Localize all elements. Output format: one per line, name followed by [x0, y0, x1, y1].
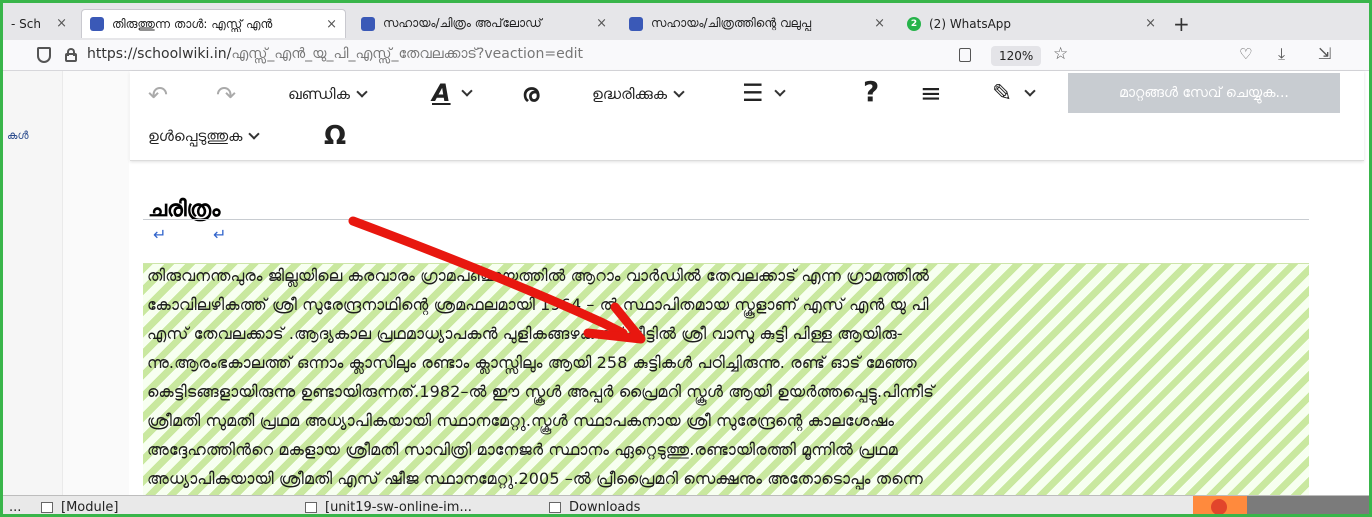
tab-label: സഹായം/ചിത്രത്തിന്റെ വലുപ്പ	[651, 16, 812, 30]
page-options-menu-icon[interactable]: ≡	[920, 79, 942, 109]
tab-label: - Sch	[11, 16, 41, 31]
text-style-dropdown[interactable]: A	[432, 79, 473, 107]
wiki-favicon-icon	[90, 17, 104, 31]
reader-view-icon[interactable]	[959, 48, 971, 62]
redo-icon[interactable]: ↷	[216, 81, 236, 109]
close-icon[interactable]: ×	[56, 16, 67, 31]
tab-schoolwiki-prev[interactable]: - Sch ×	[3, 9, 75, 38]
save-changes-button[interactable]: മാറ്റങ്ങൾ സേവ് ചെയ്യുക...	[1068, 73, 1340, 113]
url-field[interactable]: https://schoolwiki.in/എസ്സ്_എൻ_യു_പി_എസ്…	[87, 46, 583, 62]
system-tray[interactable]	[1247, 496, 1369, 514]
window-icon	[549, 501, 561, 513]
extensions-icon[interactable]: ⇲	[1318, 44, 1331, 63]
paragraph-line: ശ്രീമതി സുമതി പ്രഥമ അധ്യാപികയായി സ്ഥാനമേ…	[147, 411, 895, 430]
taskbar: ... [Module] [unit19-sw-online-im... Dow…	[3, 495, 1369, 515]
paragraph-mark: ↵	[213, 225, 227, 244]
firefox-tray-icon[interactable]	[1193, 496, 1247, 514]
chevron-down-icon	[673, 86, 685, 98]
paragraph-line: ന്നു.ആരംഭകാലത്ത് ഒന്നാം ക്ലാസിലും രണ്ടാം…	[147, 353, 917, 372]
cite-label: ഉദ്ധരിക്കുക	[592, 85, 668, 103]
pencil-icon: ✎	[992, 79, 1013, 107]
undo-icon[interactable]: ↶	[148, 81, 168, 109]
tab-label: (2) WhatsApp	[929, 16, 1012, 31]
paragraph-line: കോവിലഴികത്ത് ശ്രീ സുരേന്ദ്രനാഥിന്റെ ശ്രമ…	[147, 295, 929, 314]
whatsapp-favicon-icon: 2	[907, 16, 921, 31]
firefox-icon	[1211, 499, 1227, 514]
close-icon[interactable]: ×	[874, 16, 885, 31]
help-icon[interactable]: ?	[863, 75, 879, 108]
web-page: കൾ ↶ ↷ ഖണ്ഡിക A ര ഉദ്ധരിക്കുക ☰ ? ≡ ✎ മാ…	[3, 71, 1369, 498]
paragraph-format-dropdown[interactable]: ഖണ്ഡിക	[288, 85, 368, 103]
cite-dropdown[interactable]: ഉദ്ധരിക്കുക	[592, 85, 685, 103]
list-dropdown[interactable]: ☰	[742, 79, 786, 107]
chevron-down-icon	[773, 85, 786, 97]
tracking-shield-icon[interactable]	[37, 47, 51, 63]
paragraph-line: എസ് തേവലക്കാട് .ആദ്യകാല പ്രഥമാധ്യാപകൻ പു…	[147, 324, 903, 343]
taskbar-item-label: [Module]	[61, 499, 119, 515]
sidebar: കൾ	[3, 71, 63, 495]
paragraph-line: അധ്യാപികയായി ശ്രീമതി എസ് ഷീജ സ്ഥാനമേറ്റു…	[147, 469, 923, 488]
close-icon[interactable]: ×	[1145, 16, 1156, 31]
edit-mode-dropdown[interactable]: ✎	[992, 79, 1036, 107]
tab-strip: - Sch × തിരുത്തുന്ന താൾ: എസ്സ് എൻ × സഹായ…	[3, 3, 1369, 40]
insert-label: ഉൾപ്പെടുത്തുക	[148, 127, 243, 145]
taskbar-item-label: Downloads	[569, 499, 641, 515]
insert-dropdown[interactable]: ഉൾപ്പെടുത്തുക	[148, 127, 261, 145]
tab-edit-page[interactable]: തിരുത്തുന്ന താൾ: എസ്സ് എൻ ×	[81, 9, 346, 38]
lock-icon[interactable]	[65, 48, 77, 62]
close-icon[interactable]: ×	[596, 16, 607, 31]
special-character-icon[interactable]: Ω	[324, 121, 346, 151]
new-tab-button[interactable]: +	[1173, 12, 1190, 36]
zoom-level-badge[interactable]: 120%	[991, 46, 1042, 66]
bullet-list-icon: ☰	[742, 79, 764, 107]
paragraph-format-label: ഖണ്ഡിക	[288, 85, 350, 103]
pocket-icon[interactable]: ♡	[1239, 45, 1252, 63]
window-icon	[41, 501, 53, 513]
chevron-down-icon	[248, 128, 261, 140]
selected-paragraph[interactable]: തിരുവനന്തപുരം ജില്ലയിലെ കരവാരം ഗ്രാമപഞ്ച…	[143, 263, 1309, 498]
tab-label: സഹായം/ചിത്രം അപ്‌ലോഡ്	[383, 16, 542, 30]
address-bar: https://schoolwiki.in/എസ്സ്_എൻ_യു_പി_എസ്…	[3, 40, 1369, 71]
taskbar-item-module[interactable]: [Module]	[41, 498, 119, 515]
url-path: എസ്സ്_എൻ_യു_പി_എസ്സ്_തേവലക്കാട്?veaction…	[231, 46, 583, 62]
url-host: https://schoolwiki.in/	[87, 46, 232, 62]
download-icon[interactable]: ⤓	[1278, 44, 1285, 64]
heading-divider	[143, 219, 1309, 220]
tab-help-upload[interactable]: സഹായം/ചിത്രം അപ്‌ലോഡ് ×	[353, 9, 615, 38]
editor-toolbar: ↶ ↷ ഖണ്ഡിക A ര ഉദ്ധരിക്കുക ☰ ? ≡ ✎ മാറ്റ…	[130, 71, 1364, 161]
paragraph-line: തിരുവനന്തപുരം ജില്ലയിലെ കരവാരം ഗ്രാമപഞ്ച…	[147, 266, 929, 285]
wiki-favicon-icon	[361, 16, 375, 31]
sidebar-spacer	[63, 71, 129, 495]
taskbar-menu-button[interactable]: ...	[9, 498, 21, 515]
wiki-favicon-icon	[629, 16, 643, 31]
chevron-down-icon	[460, 85, 473, 97]
paragraph-line: കെട്ടിടങ്ങളായിരുന്നു ഉണ്ടായിരുന്നത്.1982…	[147, 382, 935, 401]
chevron-down-icon	[356, 86, 368, 98]
tab-help-image-size[interactable]: സഹായം/ചിത്രത്തിന്റെ വലുപ്പ ×	[621, 9, 893, 38]
paragraph-mark: ↵	[153, 225, 167, 244]
taskbar-item-downloads[interactable]: Downloads	[549, 498, 641, 515]
window-icon	[305, 501, 317, 513]
paragraph-line: അദ്ദേഹത്തിൻറെ മകളായ ശ്രീമതി സാവിത്രി മാന…	[147, 440, 898, 459]
taskbar-item-unit19[interactable]: [unit19-sw-online-im...	[305, 498, 472, 515]
link-icon[interactable]: ര	[522, 79, 539, 107]
sidebar-link[interactable]: കൾ	[7, 129, 29, 143]
text-style-icon: A	[432, 79, 451, 107]
taskbar-item-label: [unit19-sw-online-im...	[325, 499, 472, 515]
close-icon[interactable]: ×	[326, 17, 337, 32]
screen: - Sch × തിരുത്തുന്ന താൾ: എസ്സ് എൻ × സഹായ…	[0, 0, 1372, 517]
tab-whatsapp[interactable]: 2 (2) WhatsApp ×	[899, 9, 1164, 38]
bookmark-star-icon[interactable]: ☆	[1053, 44, 1068, 64]
tab-label: തിരുത്തുന്ന താൾ: എസ്സ് എൻ	[112, 16, 273, 31]
chevron-down-icon	[1024, 85, 1036, 97]
